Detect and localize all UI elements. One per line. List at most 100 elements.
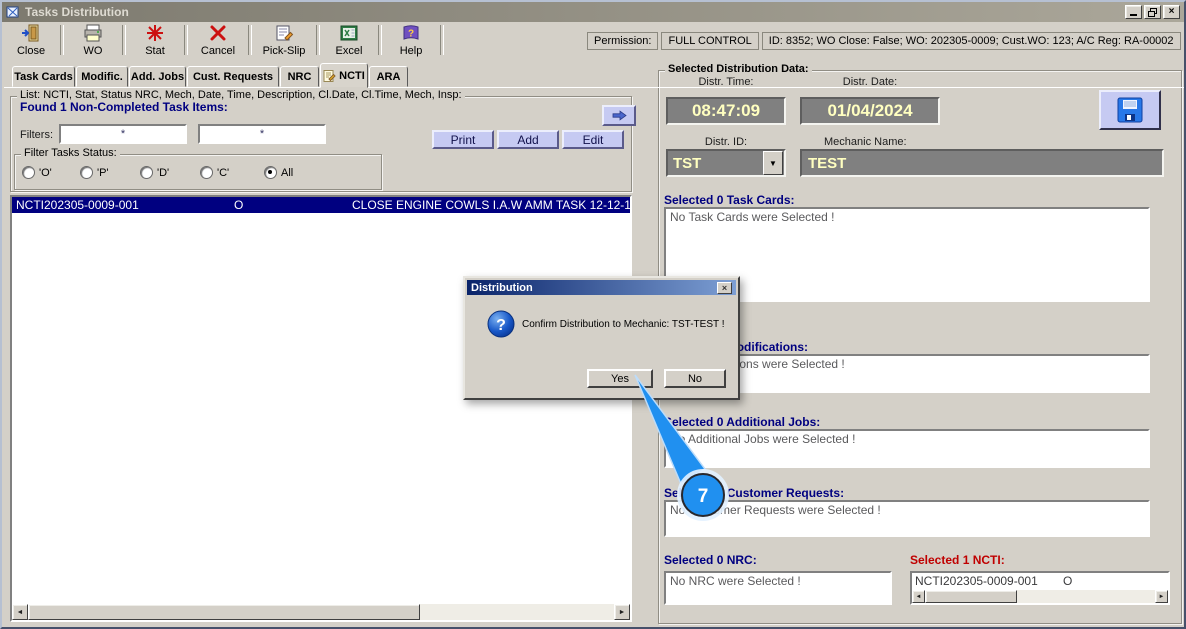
exit-door-icon <box>21 24 41 45</box>
tab-task-cards[interactable]: Task Cards <box>12 66 75 87</box>
ncti-row-id: NCTI202305-0009-001 <box>915 574 1038 588</box>
ncti-panel: NCTI202305-0009-001 O ◄ ► <box>910 571 1170 605</box>
radio-label: 'C' <box>217 166 230 179</box>
tab-label: NCTI <box>339 69 365 82</box>
minimize-button[interactable] <box>1125 5 1142 19</box>
permission-label: Permission: <box>587 32 659 50</box>
task-description-cell: CLOSE ENGINE COWLS I.A.W AMM TASK 12-12-… <box>352 198 630 212</box>
edit-button[interactable]: Edit <box>562 130 624 149</box>
add-button-label: Add <box>517 132 539 147</box>
pick-slip-button[interactable]: Pick-Slip <box>256 23 312 57</box>
radio-option-d[interactable]: 'D' <box>140 166 169 179</box>
distribution-dialog: Distribution × ? Confirm Distribution to… <box>463 276 740 400</box>
window-title: Tasks Distribution <box>25 5 129 19</box>
tab-label: Add. Jobs <box>130 70 185 83</box>
permission-level: FULL CONTROL <box>661 32 759 50</box>
filter-status-groupbox: Filter Tasks Status: <box>14 147 382 190</box>
wo-button-label: WO <box>83 44 103 57</box>
red-x-icon <box>208 24 228 45</box>
filter-input-1[interactable] <box>59 124 187 144</box>
wo-button[interactable]: WO <box>68 23 118 57</box>
tab-modific[interactable]: Modific. <box>76 66 128 87</box>
no-button[interactable]: No <box>664 369 726 388</box>
additional-jobs-empty-text: No Additional Jobs were Selected ! <box>670 432 856 446</box>
ncti-tab-note-icon <box>323 69 336 82</box>
move-right-button[interactable] <box>602 105 636 126</box>
excel-button-label: Excel <box>335 44 363 57</box>
close-window-button[interactable]: × <box>1163 5 1180 19</box>
task-id-cell: NCTI202305-0009-001 <box>16 198 139 212</box>
radio-circle-selected <box>264 166 277 179</box>
excel-icon <box>339 24 359 45</box>
add-button[interactable]: Add <box>497 130 559 149</box>
tab-add-jobs[interactable]: Add. Jobs <box>129 66 186 87</box>
toolbar-separator <box>248 25 252 55</box>
dialog-title: Distribution <box>471 281 533 294</box>
scrollbar-thumb[interactable] <box>28 604 420 620</box>
print-button-label: Print <box>450 132 476 147</box>
found-items-text: Found 1 Non-Completed Task Items: <box>20 100 228 114</box>
restore-button[interactable] <box>1144 5 1161 19</box>
edit-button-label: Edit <box>582 132 604 147</box>
close-button[interactable]: Close <box>6 23 56 57</box>
dialog-message: Confirm Distribution to Mechanic: TST-TE… <box>522 319 725 330</box>
no-button-label: No <box>687 372 703 385</box>
print-button[interactable]: Print <box>432 130 494 149</box>
stat-button-label: Stat <box>145 44 165 57</box>
help-button[interactable]: ? Help <box>386 23 436 57</box>
tab-ara[interactable]: ARA <box>369 66 408 87</box>
customer-requests-heading: Selected 0 Customer Requests: <box>664 486 845 500</box>
radio-label: 'D' <box>157 166 170 179</box>
radio-option-o[interactable]: 'O' <box>22 166 52 179</box>
permission-bar: Permission: FULL CONTROL ID: 8352; WO Cl… <box>587 32 1181 50</box>
help-button-label: Help <box>399 44 423 57</box>
scrollbar-track[interactable] <box>420 604 614 620</box>
excel-button[interactable]: Excel <box>324 23 374 57</box>
radio-option-c[interactable]: 'C' <box>200 166 229 179</box>
chevron-down-icon[interactable]: ▼ <box>763 151 783 175</box>
scrollbar-track[interactable] <box>1017 590 1155 603</box>
task-list[interactable]: NCTI202305-0009-001 O CLOSE ENGINE COWLS… <box>10 195 632 622</box>
yes-button[interactable]: Yes <box>587 369 653 388</box>
task-list-row-selected[interactable]: NCTI202305-0009-001 O CLOSE ENGINE COWLS… <box>12 197 630 213</box>
task-cards-heading: Selected 0 Task Cards: <box>664 193 795 207</box>
radio-circle <box>22 166 35 179</box>
stat-button[interactable]: Stat <box>130 23 180 57</box>
pick-slip-button-label: Pick-Slip <box>262 44 306 57</box>
scroll-right-arrow[interactable]: ► <box>1155 590 1168 603</box>
radio-option-all[interactable]: All <box>264 166 293 179</box>
filter-input-2[interactable] <box>198 124 326 144</box>
save-floppy-icon <box>1115 95 1145 125</box>
filters-label: Filters: <box>20 129 53 141</box>
ncti-row[interactable]: NCTI202305-0009-001 O <box>912 573 1168 589</box>
scroll-left-arrow[interactable]: ◄ <box>912 590 925 603</box>
tab-cust-requests[interactable]: Cust. Requests <box>187 66 279 87</box>
note-pencil-icon <box>274 24 294 45</box>
distr-id-value: TST <box>673 154 702 172</box>
task-status-cell: O <box>234 198 244 212</box>
mechanic-name-label: Mechanic Name: <box>824 136 907 148</box>
distr-id-dropdown[interactable]: TST ▼ <box>666 149 786 177</box>
dialog-close-icon[interactable]: × <box>717 281 732 294</box>
tab-label: Task Cards <box>14 70 73 83</box>
task-cards-empty-text: No Task Cards were Selected ! <box>670 210 835 224</box>
tab-ncti[interactable]: NCTI <box>320 63 368 88</box>
close-button-label: Close <box>16 44 46 57</box>
radio-circle <box>200 166 213 179</box>
ncti-hscrollbar[interactable]: ◄ ► <box>912 590 1168 603</box>
question-icon: ? <box>487 310 515 341</box>
tab-nrc[interactable]: NRC <box>280 66 319 87</box>
scroll-left-arrow[interactable]: ◄ <box>12 604 28 620</box>
cancel-button[interactable]: Cancel <box>192 23 244 57</box>
scrollbar-thumb[interactable] <box>925 590 1017 603</box>
radio-option-p[interactable]: 'P' <box>80 166 109 179</box>
save-button[interactable] <box>1099 90 1161 130</box>
dialog-title-bar: Distribution × <box>467 280 736 295</box>
nrc-panel: No NRC were Selected ! <box>664 571 892 605</box>
app-window: Tasks Distribution × Close WO Stat Cance… <box>0 0 1186 629</box>
mechanic-name-field: TEST <box>800 149 1164 177</box>
tab-label: Cust. Requests <box>192 70 274 83</box>
radio-label: All <box>281 166 294 179</box>
scroll-right-arrow[interactable]: ► <box>614 604 630 620</box>
task-list-hscrollbar[interactable]: ◄ ► <box>12 604 630 620</box>
